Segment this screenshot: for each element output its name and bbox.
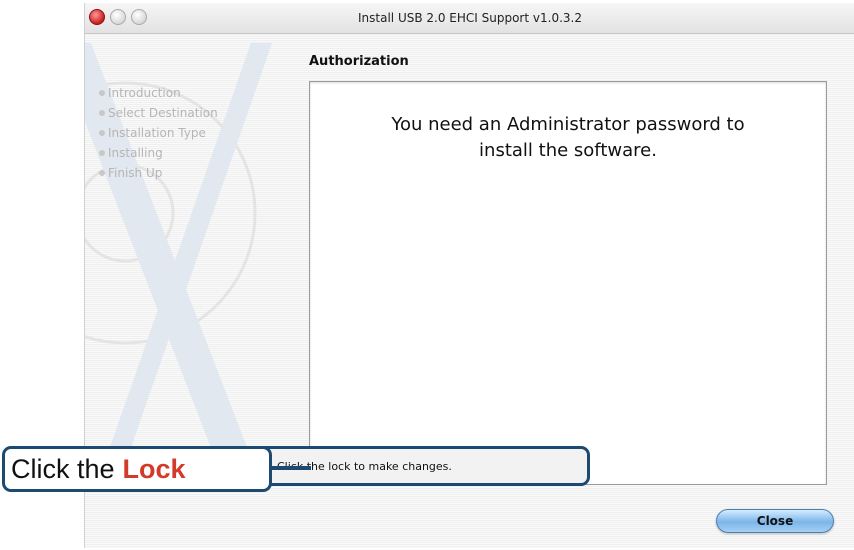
step-introduction: Introduction: [99, 83, 218, 103]
step-select-destination: Select Destination: [99, 103, 218, 123]
admin-message-line-1: You need an Administrator password to: [391, 114, 745, 135]
close-button[interactable]: Close: [716, 509, 834, 533]
step-bullet-icon: [99, 90, 105, 96]
content-panel: You need an Administrator password to in…: [309, 81, 827, 485]
step-finish-up: Finish Up: [99, 163, 218, 183]
step-bullet-icon: [99, 170, 105, 176]
step-installing: Installing: [99, 143, 218, 163]
page-title: Authorization: [309, 54, 409, 69]
title-bar: Install USB 2.0 EHCI Support v1.0.3.2: [85, 3, 854, 34]
callout-strong: Lock: [122, 453, 186, 484]
callout-prefix: Click the: [11, 453, 115, 484]
step-bullet-icon: [99, 110, 105, 116]
admin-message-line-2: install the software.: [479, 140, 657, 161]
admin-message: You need an Administrator password to in…: [310, 112, 826, 164]
step-bullet-icon: [99, 130, 105, 136]
callout-connector: [271, 466, 311, 470]
step-bullet-icon: [99, 150, 105, 156]
window-title: Install USB 2.0 EHCI Support v1.0.3.2: [358, 11, 582, 25]
step-installation-type: Installation Type: [99, 123, 218, 143]
step-list: Introduction Select Destination Installa…: [99, 83, 218, 183]
callout-box: Click the Lock: [2, 446, 272, 492]
